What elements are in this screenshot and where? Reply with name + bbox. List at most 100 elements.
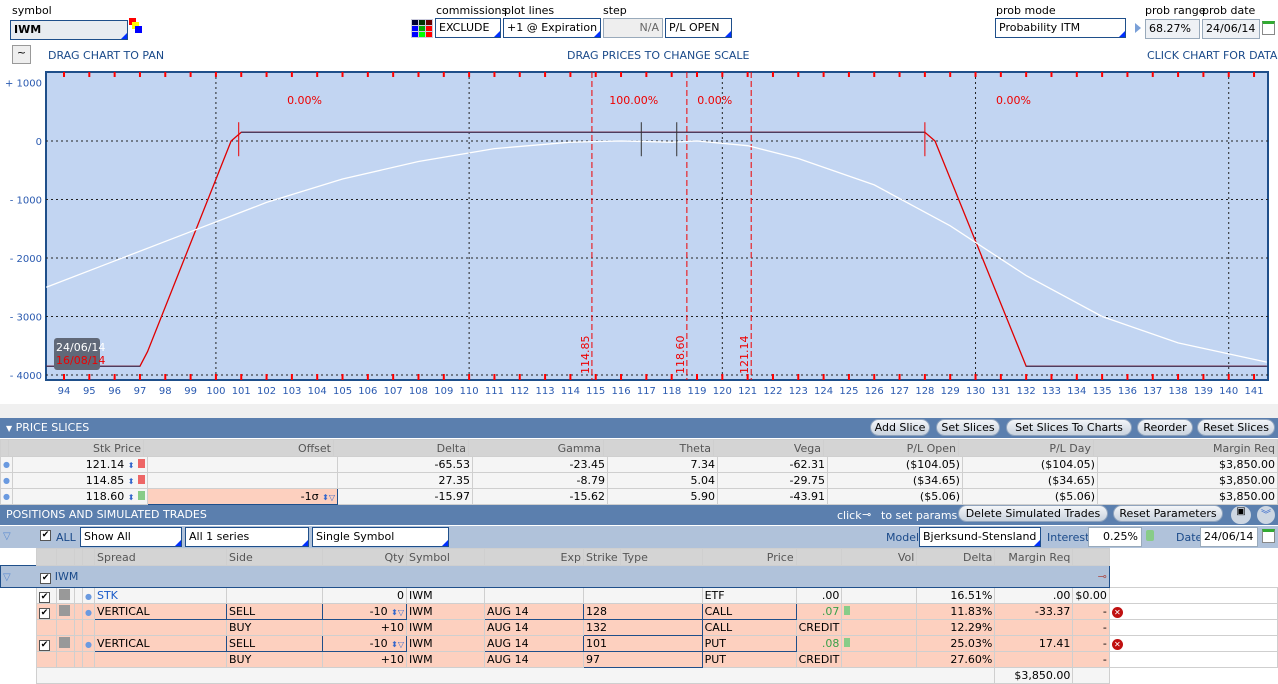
col-margin[interactable]: Margin Req	[994, 548, 1074, 566]
col-price[interactable]: Price	[701, 548, 797, 566]
price-cell[interactable]: .00	[795, 587, 843, 604]
reorder-button[interactable]: Reorder	[1137, 419, 1193, 436]
price-cell[interactable]: .08	[795, 635, 843, 652]
col-strike[interactable]: Strike	[582, 548, 621, 566]
row-checkbox[interactable]: ✔	[39, 591, 50, 603]
type-cell[interactable]: CALL	[701, 603, 797, 620]
strike-cell[interactable]: 128	[582, 603, 703, 620]
col-offset[interactable]: Offset	[143, 439, 334, 457]
col-stk-price[interactable]: Stk Price	[8, 439, 144, 457]
slice-price-value[interactable]: 118.60	[86, 490, 125, 503]
lock-icon[interactable]	[137, 475, 145, 484]
col-symbol[interactable]: Symbol	[405, 548, 485, 566]
qty-value[interactable]: +10	[381, 653, 404, 666]
side-cell[interactable]	[225, 587, 323, 604]
slice-price[interactable]: 114.85 ⬍	[11, 472, 148, 489]
qty-spinner-icon[interactable]: ⬍▽	[391, 608, 404, 617]
col-gamma[interactable]: Gamma	[468, 439, 604, 457]
row-dot-icon[interactable]: ●	[85, 592, 92, 601]
position-row[interactable]: ✔ ● VERTICAL SELL -10 ⬍▽ IWM AUG 14 128 CALL .07 1…	[0, 603, 1278, 620]
reset-slices-button[interactable]: Reset Slices	[1197, 419, 1275, 436]
offset-spinner-icon[interactable]: ⬍▽	[322, 493, 335, 502]
qty-cell[interactable]: +10	[321, 619, 407, 636]
col-theta[interactable]: Theta	[603, 439, 714, 457]
date-input[interactable]: 24/06/14	[1200, 527, 1258, 547]
col-pl-day[interactable]: P/L Day	[958, 439, 1094, 457]
qty-value[interactable]: -10	[370, 637, 388, 650]
strike-cell[interactable]: 101	[582, 635, 703, 652]
position-row[interactable]: BUY +10 IWM AUG 14 97 PUT CREDIT 27.60% -	[0, 651, 1278, 668]
slice-price[interactable]: 118.60 ⬍	[11, 488, 148, 505]
exp-cell[interactable]: AUG 14	[483, 635, 584, 652]
spread-cell[interactable]: STK	[93, 587, 227, 604]
date-calendar-icon[interactable]	[1262, 529, 1275, 543]
col-margin[interactable]: Margin Req	[1093, 439, 1278, 457]
prob-date-input[interactable]: 24/06/14	[1202, 19, 1260, 39]
qty-value[interactable]: +10	[381, 621, 404, 634]
row-dot-icon[interactable]: ●	[85, 608, 92, 617]
col-type[interactable]: Type	[619, 548, 703, 566]
row-checkbox[interactable]: ✔	[39, 607, 50, 619]
slice-price-value[interactable]: 121.14	[86, 458, 125, 471]
row-dot-icon[interactable]: ●	[0, 488, 13, 505]
col-side[interactable]: Side	[225, 548, 323, 566]
position-row[interactable]: ✔ ● VERTICAL SELL -10 ⬍▽ IWM AUG 14 101 PUT .08 25…	[0, 635, 1278, 652]
model-select[interactable]: Bjerksund-Stensland	[919, 527, 1041, 547]
chart-type-icon[interactable]: ~	[12, 45, 31, 64]
spinner-icon[interactable]: ⬍	[128, 461, 135, 470]
series-select[interactable]: All 1 series	[185, 527, 309, 547]
interest-input[interactable]: 0.25%	[1088, 527, 1142, 547]
symbol-mode-select[interactable]: Single Symbol	[312, 527, 449, 547]
add-slice-button[interactable]: Add Slice	[870, 419, 930, 436]
price-cell[interactable]: CREDIT	[795, 651, 843, 668]
group-checkbox[interactable]: ✔	[40, 572, 52, 584]
lock-icon[interactable]	[137, 459, 145, 468]
slice-row[interactable]: ● 114.85 ⬍ 27.35 -8.79 5.04 -29.75 ($34.65) ($…	[0, 472, 1278, 489]
pl-chart[interactable]: + 1000 0 - 1000 - 2000 - 3000 - 4000 94 95 96 97 9…	[0, 68, 1278, 398]
spinner-icon[interactable]: ⬍	[128, 493, 135, 502]
price-cell[interactable]: CREDIT	[795, 619, 843, 636]
qty-spinner-icon[interactable]: ⬍▽	[391, 640, 404, 649]
row-checkbox[interactable]: ✔	[39, 639, 50, 651]
col-qty[interactable]: Qty	[321, 548, 407, 566]
slice-offset[interactable]	[146, 472, 338, 489]
camera-icon[interactable]: ▣	[1231, 506, 1251, 524]
exp-cell[interactable]	[483, 587, 584, 604]
qty-value[interactable]: 0	[397, 589, 404, 602]
col-exp[interactable]: Exp	[483, 548, 584, 566]
slice-price[interactable]: 121.14 ⬍	[11, 456, 148, 473]
slice-row[interactable]: ● 118.60 ⬍ -1σ ⬍▽ -15.97 -15.62 5.90 -43.91 ($…	[0, 488, 1278, 505]
show-select[interactable]: Show All	[80, 527, 182, 547]
strike-cell[interactable]: 132	[582, 619, 703, 636]
type-cell[interactable]: PUT	[701, 635, 797, 652]
prob-mode-select[interactable]: Probability ITM	[995, 18, 1126, 38]
set-slices-button[interactable]: Set Slices	[936, 419, 1000, 436]
spread-cell[interactable]: VERTICAL	[93, 603, 227, 620]
analyze-icon[interactable]	[59, 604, 70, 616]
group-wrench-icon[interactable]: ⊸	[1098, 570, 1107, 583]
spread-cell[interactable]	[93, 651, 227, 668]
collapse-icon[interactable]: ▽	[3, 531, 11, 542]
plot-lines-select[interactable]: +1 @ Expiration	[503, 18, 601, 38]
reset-parameters-button[interactable]: Reset Parameters	[1113, 505, 1223, 522]
qty-cell[interactable]: -10 ⬍▽	[321, 603, 407, 620]
delete-simulated-trades-button[interactable]: Delete Simulated Trades	[958, 505, 1108, 522]
spinner-icon[interactable]: ⬍	[128, 477, 135, 486]
pl-mode-select[interactable]: P/L OPEN	[665, 18, 732, 38]
side-cell[interactable]: SELL	[225, 603, 323, 620]
calendar-icon[interactable]	[1262, 21, 1275, 35]
price-cell[interactable]: .07	[795, 603, 843, 620]
type-cell[interactable]: ETF	[701, 587, 797, 604]
delete-icon[interactable]: ✕	[1111, 607, 1123, 618]
type-cell[interactable]: CALL	[701, 619, 797, 636]
offset-value[interactable]: -1σ	[301, 490, 319, 503]
step-input[interactable]: N/A	[603, 18, 663, 38]
spread-cell[interactable]	[93, 619, 227, 636]
col-spread[interactable]: Spread	[93, 548, 227, 566]
expand-icon[interactable]: ︾	[1257, 506, 1275, 524]
slice-price-value[interactable]: 114.85	[86, 474, 125, 487]
col-delta[interactable]: Delta	[916, 548, 996, 566]
type-cell[interactable]: PUT	[701, 651, 797, 668]
position-row[interactable]: BUY +10 IWM AUG 14 132 CALL CREDIT 12.29% -	[0, 619, 1278, 636]
col-vol[interactable]: Vol	[841, 548, 918, 566]
